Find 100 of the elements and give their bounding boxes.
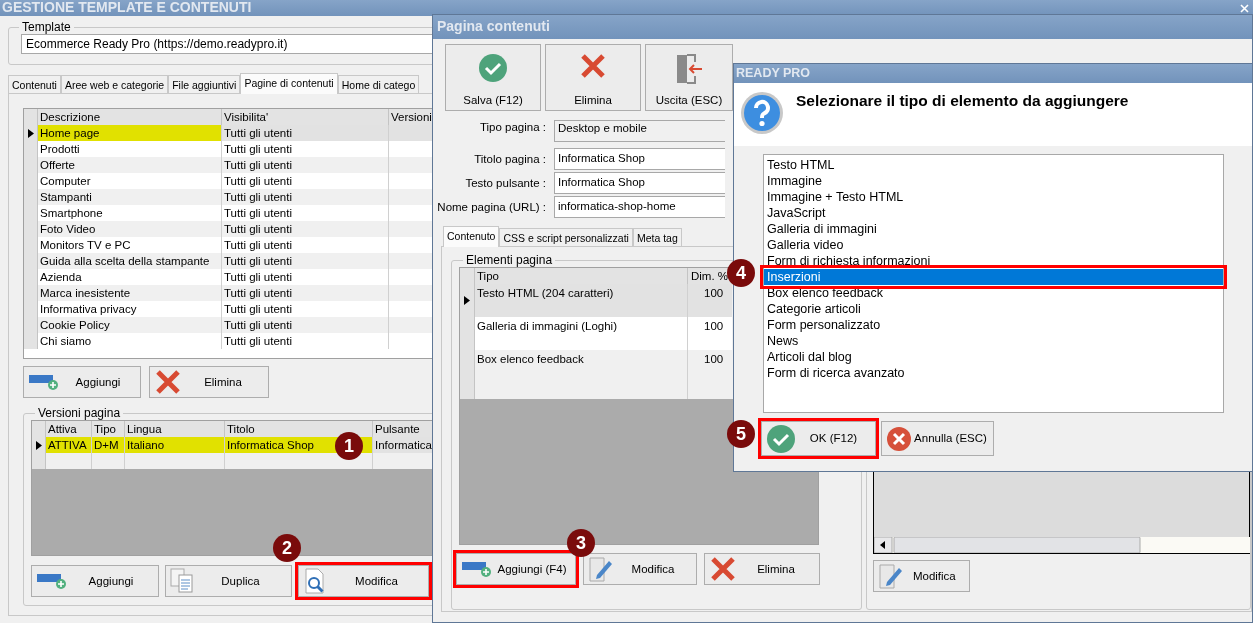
- table-cell: 100: [688, 317, 732, 350]
- column-header[interactable]: Tipo: [92, 421, 125, 437]
- table-cell: Chi siamo: [38, 333, 222, 349]
- toolbar-button[interactable]: Salva (F12): [445, 44, 541, 111]
- button[interactable]: OK (F12): [761, 421, 876, 456]
- tab[interactable]: Aree web e categorie: [60, 75, 169, 93]
- table-cell: Tutti gli utenti: [222, 157, 389, 173]
- table-cell: 100: [688, 284, 732, 317]
- help-icon: [740, 91, 784, 135]
- delete-icon: [154, 369, 182, 395]
- tab[interactable]: Pagine di contenuti: [240, 73, 338, 94]
- table-cell: Tutti gli utenti: [222, 317, 389, 333]
- table-cell: Tutti gli utenti: [222, 173, 389, 189]
- button[interactable]: Annulla (ESC): [881, 421, 994, 456]
- tab[interactable]: Home di catego: [337, 75, 420, 93]
- list-item[interactable]: Form personalizzato: [764, 317, 1223, 333]
- tab[interactable]: Contenuti: [8, 75, 61, 93]
- list-item[interactable]: Form di ricerca avanzato: [764, 365, 1223, 381]
- column-header[interactable]: Attiva: [46, 421, 92, 437]
- list-item[interactable]: Galleria di immagini: [764, 221, 1223, 237]
- button[interactable]: Modifica: [298, 565, 429, 597]
- button[interactable]: Elimina: [149, 366, 269, 398]
- table-cell: Tutti gli utenti: [222, 141, 389, 157]
- list-item[interactable]: News: [764, 333, 1223, 349]
- input-field[interactable]: Informatica Shop: [554, 148, 725, 170]
- list-box[interactable]: [763, 154, 1224, 413]
- table-cell: Tutti gli utenti: [222, 253, 389, 269]
- field-label: Testo pulsante :: [465, 175, 546, 191]
- table-cell: Tutti gli utenti: [222, 333, 389, 349]
- input-field[interactable]: Informatica Shop: [554, 172, 725, 194]
- table-cell: Tutti gli utenti: [222, 285, 389, 301]
- row-pointer-icon: [464, 296, 470, 305]
- tab[interactable]: File aggiuntivi: [168, 75, 241, 93]
- column-header[interactable]: Lingua: [125, 421, 225, 437]
- column-header[interactable]: Dim. %: [688, 268, 732, 284]
- tab[interactable]: Meta tag: [632, 228, 682, 246]
- table-cell: Box elenco feedback: [475, 350, 688, 383]
- field-label: Titolo pagina :: [474, 151, 546, 167]
- field-label: Tipo pagina :: [479, 120, 546, 135]
- tab[interactable]: CSS e script personalizzati: [499, 228, 633, 246]
- toolbar-button[interactable]: Elimina: [545, 44, 641, 111]
- document-pencil-icon: [588, 555, 614, 583]
- table-cell: Stampanti: [38, 189, 222, 205]
- list-item[interactable]: Articoli dal blog: [764, 349, 1223, 365]
- documents-icon: [170, 568, 194, 594]
- document-pencil-icon: [877, 562, 904, 590]
- button[interactable]: Aggiungi: [31, 565, 159, 597]
- input-field[interactable]: informatica-shop-home: [554, 196, 725, 218]
- table-cell: Prodotti: [38, 141, 222, 157]
- table-cell: Testo HTML (204 caratteri): [475, 284, 688, 317]
- list-item[interactable]: Categorie articoli: [764, 301, 1223, 317]
- window-title: Pagina contenuti: [437, 18, 550, 36]
- toolbar-button[interactable]: Uscita (ESC): [645, 44, 733, 111]
- add-icon: [28, 373, 60, 391]
- table-cell: D+M: [92, 437, 125, 453]
- column-header[interactable]: Versioni: [389, 109, 432, 125]
- button[interactable]: Modifica: [583, 553, 697, 585]
- dialog-message: Selezionare il tipo di elemento da aggiungere: [796, 91, 1129, 111]
- column-header[interactable]: Tipo: [475, 268, 688, 284]
- scrollbar[interactable]: [873, 537, 1250, 553]
- table-cell: Tutti gli utenti: [222, 269, 389, 285]
- column-header[interactable]: Descrizione: [38, 109, 222, 125]
- template-field[interactable]: Ecommerce Ready Pro (https://demo.readypro.it): [21, 34, 432, 54]
- list-item[interactable]: Form di richiesta informazioni: [764, 253, 1223, 269]
- grid-corner: [32, 421, 46, 437]
- table-cell: Tutti gli utenti: [222, 125, 389, 141]
- close-icon[interactable]: [1240, 3, 1249, 13]
- table-cell: Smartphone: [38, 205, 222, 221]
- list-item[interactable]: Testo HTML: [764, 157, 1223, 173]
- list-item[interactable]: JavaScript: [764, 205, 1223, 221]
- input-field: Desktop e mobile: [554, 120, 725, 142]
- cancel-icon: [886, 425, 912, 452]
- button[interactable]: Modifica: [872, 560, 970, 592]
- column-header[interactable]: Titolo: [225, 421, 373, 437]
- tab[interactable]: Contenuto: [443, 226, 500, 247]
- grid-corner: [24, 109, 38, 125]
- table-cell: Foto Video: [38, 221, 222, 237]
- table-cell: Computer: [38, 173, 222, 189]
- group-label: Versioni pagina: [37, 406, 122, 420]
- table-cell: ATTIVA: [46, 437, 92, 453]
- button[interactable]: Aggiungi (F4): [456, 553, 576, 585]
- table-cell: Informativa privacy: [38, 301, 222, 317]
- table-cell: [389, 125, 432, 141]
- table-cell: Tutti gli utenti: [222, 189, 389, 205]
- column-header[interactable]: Pulsante: [373, 421, 432, 437]
- column-header[interactable]: Visibilita': [222, 109, 389, 125]
- list-item[interactable]: Immagine + Testo HTML: [764, 189, 1223, 205]
- button[interactable]: Duplica: [165, 565, 292, 597]
- table-cell: Marca inesistente: [38, 285, 222, 301]
- field-label: Nome pagina (URL) :: [437, 199, 546, 215]
- table-cell: Offerte: [38, 157, 222, 173]
- table-cell: Azienda: [38, 269, 222, 285]
- button[interactable]: Elimina: [704, 553, 820, 585]
- list-item[interactable]: Galleria video: [764, 237, 1223, 253]
- door-icon: [674, 53, 704, 85]
- check-icon: [766, 423, 796, 454]
- table-cell: Tutti gli utenti: [222, 237, 389, 253]
- button[interactable]: Aggiungi: [23, 366, 141, 398]
- table-cell: Informatica: [373, 437, 432, 453]
- list-item[interactable]: Immagine: [764, 173, 1223, 189]
